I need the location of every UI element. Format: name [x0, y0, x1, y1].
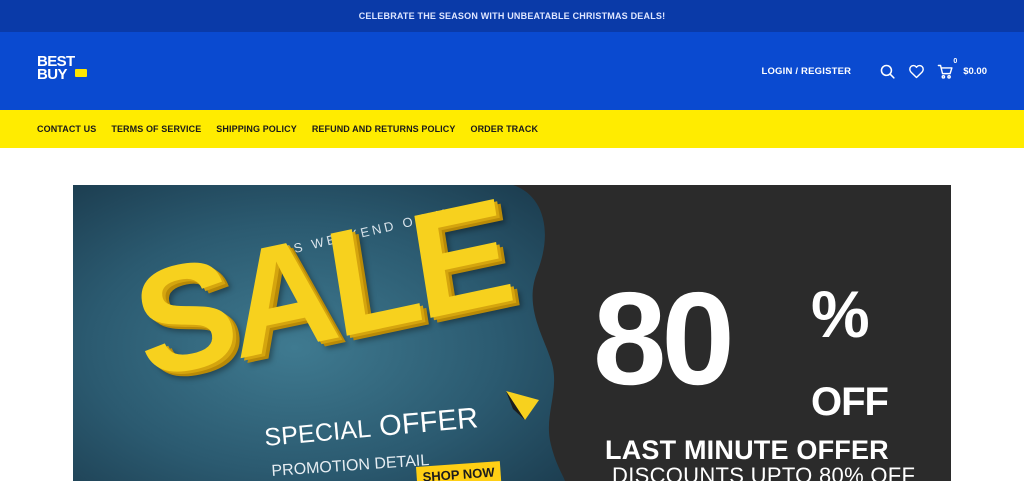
nav-item-order-track[interactable]: ORDER TRACK — [470, 124, 538, 134]
discounts-text: DISCOUNTS UPTO 80% OFF — [612, 463, 916, 481]
site-header: BEST BUY LOGIN / REGISTER 0 $0.00 — [0, 32, 1024, 110]
site-logo[interactable]: BEST BUY — [37, 54, 93, 89]
nav-item-terms-of-service[interactable]: TERMS OF SERVICE — [111, 124, 201, 134]
discount-number: 80 — [593, 265, 735, 412]
login-register-link[interactable]: LOGIN / REGISTER — [761, 66, 851, 77]
logo-tag — [75, 69, 87, 77]
header-actions: LOGIN / REGISTER 0 $0.00 — [761, 58, 987, 83]
hero-banner[interactable]: THIS WEEKEND ONLY SALE SPECIAL OFFER PRO… — [73, 185, 951, 481]
cart-icon[interactable]: 0 — [936, 58, 957, 80]
search-icon[interactable] — [878, 62, 896, 80]
banner-discount-panel: 80 % OFF LAST MINUTE OFFER DISCOUNTS UPT… — [593, 185, 951, 481]
off-text: OFF — [811, 380, 889, 424]
cart-count-badge: 0 — [953, 58, 958, 65]
heart-icon[interactable] — [907, 62, 925, 80]
announcement-bar: CELEBRATE THE SEASON WITH UNBEATABLE CHR… — [0, 0, 1024, 32]
banner-sale-panel: THIS WEEKEND ONLY SALE SPECIAL OFFER PRO… — [73, 185, 573, 481]
nav-item-refund-returns-policy[interactable]: REFUND AND RETURNS POLICY — [312, 124, 456, 134]
percent-sign: % — [811, 277, 870, 351]
secondary-nav: CONTACT US TERMS OF SERVICE SHIPPING POL… — [0, 110, 1024, 148]
announcement-text: CELEBRATE THE SEASON WITH UNBEATABLE CHR… — [358, 11, 666, 21]
nav-item-contact-us[interactable]: CONTACT US — [37, 124, 96, 134]
last-minute-offer-text: LAST MINUTE OFFER — [605, 435, 889, 465]
cart-total[interactable]: $0.00 — [963, 66, 987, 77]
nav-item-shipping-policy[interactable]: SHIPPING POLICY — [216, 124, 297, 134]
